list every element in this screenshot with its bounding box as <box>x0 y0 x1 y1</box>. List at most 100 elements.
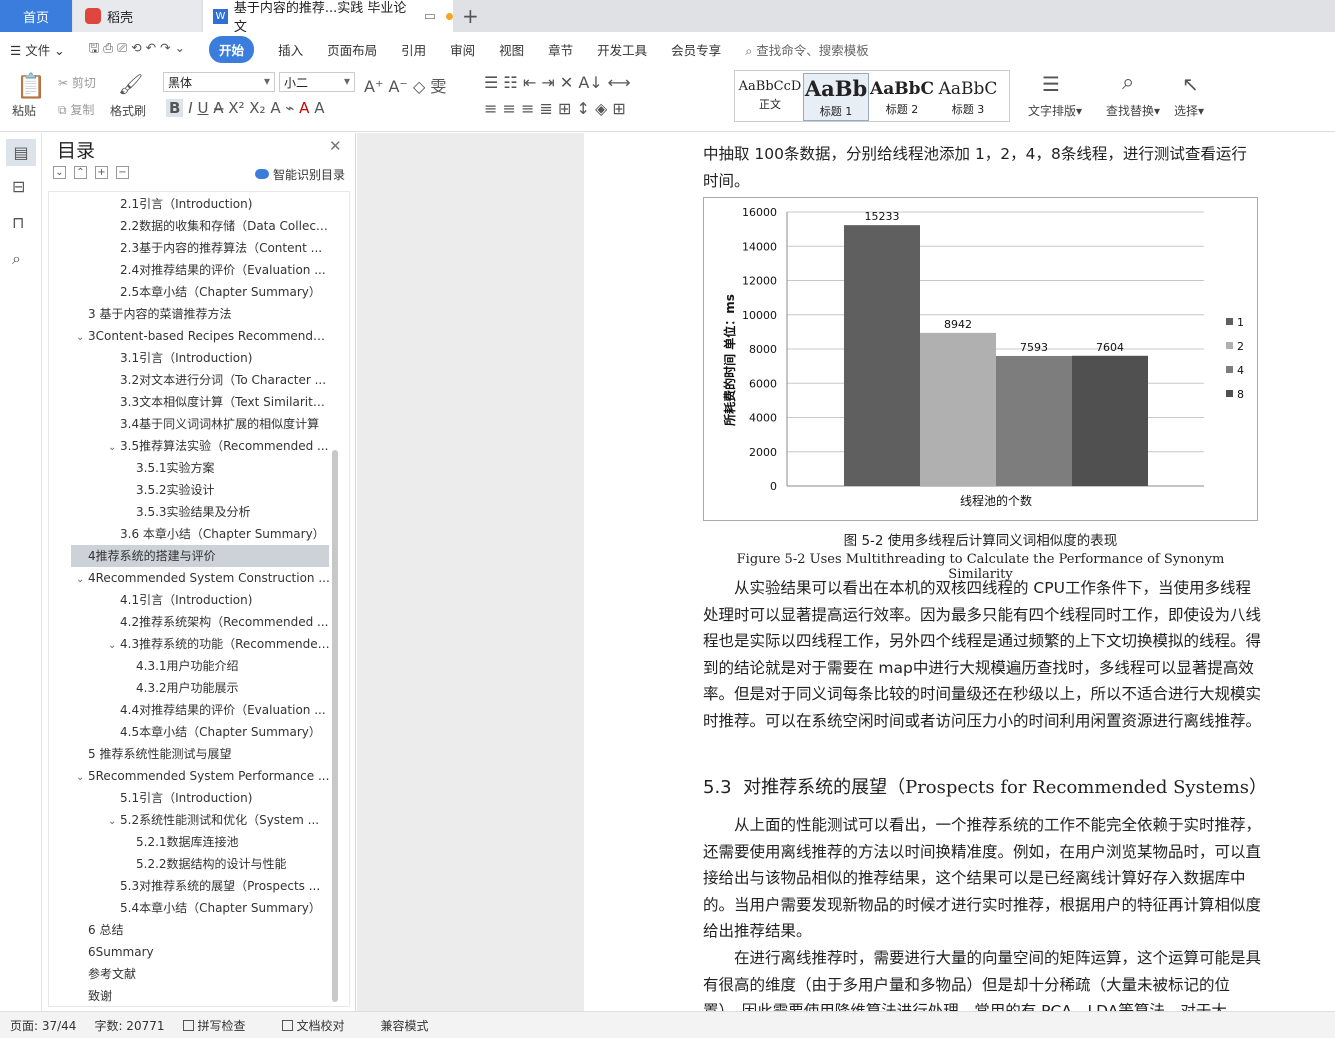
menu-reference[interactable]: 引用 <box>401 40 426 59</box>
toc-item[interactable]: 5 推荐系统性能测试与展望 <box>76 743 331 765</box>
collapse-icon[interactable]: ⌄ <box>53 166 66 179</box>
page-indicator[interactable]: 页面: 37/44 <box>10 1017 76 1034</box>
find-replace-button[interactable]: 查找替换▾ <box>1106 102 1160 119</box>
toc-item[interactable]: ⌄ 4Recommended System Construction ... <box>76 567 331 589</box>
close-icon[interactable]: ✕ <box>329 137 342 155</box>
text-layout-button[interactable]: 文字排版▾ <box>1028 102 1082 119</box>
menu-devtools[interactable]: 开发工具 <box>597 40 647 59</box>
toc-item[interactable]: 4.1引言（Introduction) <box>108 589 331 611</box>
toc-item[interactable]: 参考文献 <box>76 963 331 985</box>
toc-item[interactable]: 致谢 <box>76 985 331 1006</box>
toc-item[interactable]: 4.4对推荐结果的评价（Evaluation ... <box>108 699 331 721</box>
text-layout-icon[interactable]: ☰ <box>1042 72 1060 96</box>
menu-insert[interactable]: 插入 <box>278 40 303 59</box>
toc-item-label: 2.2数据的收集和存储（Data Collection and Storage） <box>120 219 331 233</box>
quick-access-icons[interactable]: 🖫 ⎙ ⎚ ⟲ ↶ ↷ ⌄ <box>89 39 185 60</box>
plus-icon[interactable]: + <box>95 166 108 179</box>
menu-start[interactable]: 开始 <box>209 35 255 63</box>
tab-daoke[interactable]: 稻壳 <box>73 0 201 32</box>
tab-home[interactable]: 首页 <box>0 0 72 32</box>
toc-item[interactable]: ⌄ 5Recommended System Performance ... <box>76 765 331 787</box>
style-heading-3[interactable]: AaBbC 标题 3 <box>935 73 1001 121</box>
font-tools-icons[interactable]: A⁺ A⁻ ◇ 雯 <box>364 73 446 97</box>
menu-view[interactable]: 视图 <box>499 40 524 59</box>
toc-item[interactable]: ⌄ 4.3推荐系统的功能（Recommended ... <box>108 633 331 655</box>
screen-icon[interactable]: ▭ <box>424 9 436 24</box>
daoke-logo-icon <box>85 8 101 24</box>
font-name-select[interactable]: 黑体 ▾ <box>163 72 275 92</box>
toc-item[interactable]: 2.2数据的收集和存储（Data Collection and Storage） <box>108 215 331 237</box>
toc-item[interactable]: 3.3文本相似度计算（Text Similarity ... <box>108 391 331 413</box>
chevron-down-icon[interactable]: ⌄ <box>76 767 88 787</box>
toc-panel-icon[interactable]: ▤ <box>6 139 36 166</box>
find-replace-icon[interactable]: ⌕ <box>1122 70 1134 95</box>
toc-item[interactable]: 3.1引言（Introduction) <box>108 347 331 369</box>
menu-review[interactable]: 审阅 <box>450 40 475 59</box>
chevron-down-icon[interactable]: ⌄ <box>108 811 120 831</box>
toc-item[interactable]: 3.6 本章小结（Chapter Summary） <box>108 523 331 545</box>
style-heading-2[interactable]: AaBbC 标题 2 <box>869 73 935 121</box>
toc-item[interactable]: 3 基于内容的菜谱推荐方法 <box>76 303 331 325</box>
toc-item[interactable]: 4推荐系统的搭建与评价 <box>71 545 329 567</box>
copy-button[interactable]: ⧉ 复制 <box>58 101 94 118</box>
toc-item[interactable]: 2.5本章小结（Chapter Summary） <box>108 281 331 303</box>
toc-item[interactable]: 3.5.2实验设计 <box>124 479 331 501</box>
word-count[interactable]: 字数: 20771 <box>94 1017 164 1034</box>
text-layout-label: 文字排版 <box>1028 104 1077 118</box>
align-icons[interactable]: ≡ ≡ ≡ ≣ ⊞ ↕ ◈ ⊞ <box>484 99 626 118</box>
toc-item[interactable]: 5.2.1数据库连接池 <box>124 831 331 853</box>
toc-item[interactable]: 3.4基于同义词词林扩展的相似度计算 <box>108 413 331 435</box>
chevron-down-icon[interactable]: ⌄ <box>76 327 88 347</box>
spell-check-toggle[interactable]: 拼写检查 <box>182 1017 264 1034</box>
cut-button[interactable]: ✂ 剪切 <box>58 74 96 91</box>
toc-item[interactable]: 4.5本章小结（Chapter Summary） <box>108 721 331 743</box>
style-heading-1[interactable]: AaBb 标题 1 <box>803 73 869 121</box>
toc-item[interactable]: ⌄ 3Content-based Recipes Recommendation <box>76 325 331 347</box>
toc-item[interactable]: 5.1引言（Introduction) <box>108 787 331 809</box>
new-tab-button[interactable]: + <box>462 0 482 32</box>
menu-member[interactable]: 会员专享 <box>671 40 721 59</box>
toc-item[interactable]: 4.2推荐系统架构（Recommended ... <box>108 611 331 633</box>
command-search[interactable]: ⌕ 查找命令、搜索模板 <box>745 40 869 59</box>
chevron-down-icon[interactable]: ⌄ <box>108 635 120 655</box>
text-format-icons[interactable]: B I U A̶ X² X₂ A ⌁ A A <box>166 99 324 117</box>
format-painter-icon[interactable]: 🖌 <box>118 72 143 96</box>
cursor-icon[interactable]: ↖ <box>1182 72 1199 96</box>
format-painter-button[interactable]: 格式刷 <box>110 102 146 119</box>
toc-item[interactable]: 3.2对文本进行分词（To Character ... <box>108 369 331 391</box>
toc-item[interactable]: 5.3对推荐系统的展望（Prospects ... <box>108 875 331 897</box>
smart-toc-button[interactable]: 智能识别目录 <box>255 166 345 183</box>
bookmark-icon[interactable]: ⊓ <box>12 213 24 232</box>
paste-button[interactable]: 粘贴 <box>12 102 36 119</box>
toc-item[interactable]: 2.1引言（Introduction) <box>108 193 331 215</box>
expand-up-icon[interactable]: ⌃ <box>74 166 87 179</box>
toc-item[interactable]: 3.5.3实验结果及分析 <box>124 501 331 523</box>
proofread-toggle[interactable]: 文档校对 <box>281 1017 363 1034</box>
chapter-nav-icon[interactable]: ⊟ <box>12 177 25 196</box>
menu-layout[interactable]: 页面布局 <box>327 40 377 59</box>
toc-item[interactable]: 4.3.1用户功能介绍 <box>124 655 331 677</box>
toc-item[interactable]: ⌄ 3.5推荐算法实验（Recommended ... <box>108 435 331 457</box>
toc-item[interactable]: 5.2.2数据结构的设计与性能 <box>124 853 331 875</box>
paste-icon[interactable]: 📋 <box>16 72 46 100</box>
menu-chapter[interactable]: 章节 <box>548 40 573 59</box>
toc-item[interactable]: 3.5.1实验方案 <box>124 457 331 479</box>
menu-file[interactable]: ☰ 文件 ⌄ <box>10 40 65 59</box>
toc-item[interactable]: 6 总结 <box>76 919 331 941</box>
toc-item[interactable]: ⌄ 5.2系统性能测试和优化（System ... <box>108 809 331 831</box>
toc-scrollbar[interactable] <box>332 450 338 1002</box>
tab-document[interactable]: W 基于内容的推荐...实践 毕业论文 ▭ <box>203 0 453 35</box>
toc-item[interactable]: 4.3.2用户功能展示 <box>124 677 331 699</box>
toc-item[interactable]: 2.4对推荐结果的评价（Evaluation ... <box>108 259 331 281</box>
chevron-down-icon[interactable]: ⌄ <box>108 437 120 457</box>
font-size-select[interactable]: 小二 ▾ <box>279 72 355 92</box>
minus-icon[interactable]: − <box>116 166 129 179</box>
toc-item[interactable]: 2.3基于内容的推荐算法（Content ... <box>108 237 331 259</box>
toc-item[interactable]: 6Summary <box>76 941 331 963</box>
list-icons[interactable]: ☰ ☷ ⇤ ⇥ ✕ A↓ ⟷ <box>484 73 631 92</box>
toc-item[interactable]: 5.4本章小结（Chapter Summary） <box>108 897 331 919</box>
chevron-down-icon[interactable]: ⌄ <box>76 569 88 589</box>
style-normal[interactable]: AaBbCcD 正文 <box>737 73 803 121</box>
select-button[interactable]: 选择▾ <box>1174 102 1204 119</box>
search-icon[interactable]: ⌕ <box>12 249 21 269</box>
